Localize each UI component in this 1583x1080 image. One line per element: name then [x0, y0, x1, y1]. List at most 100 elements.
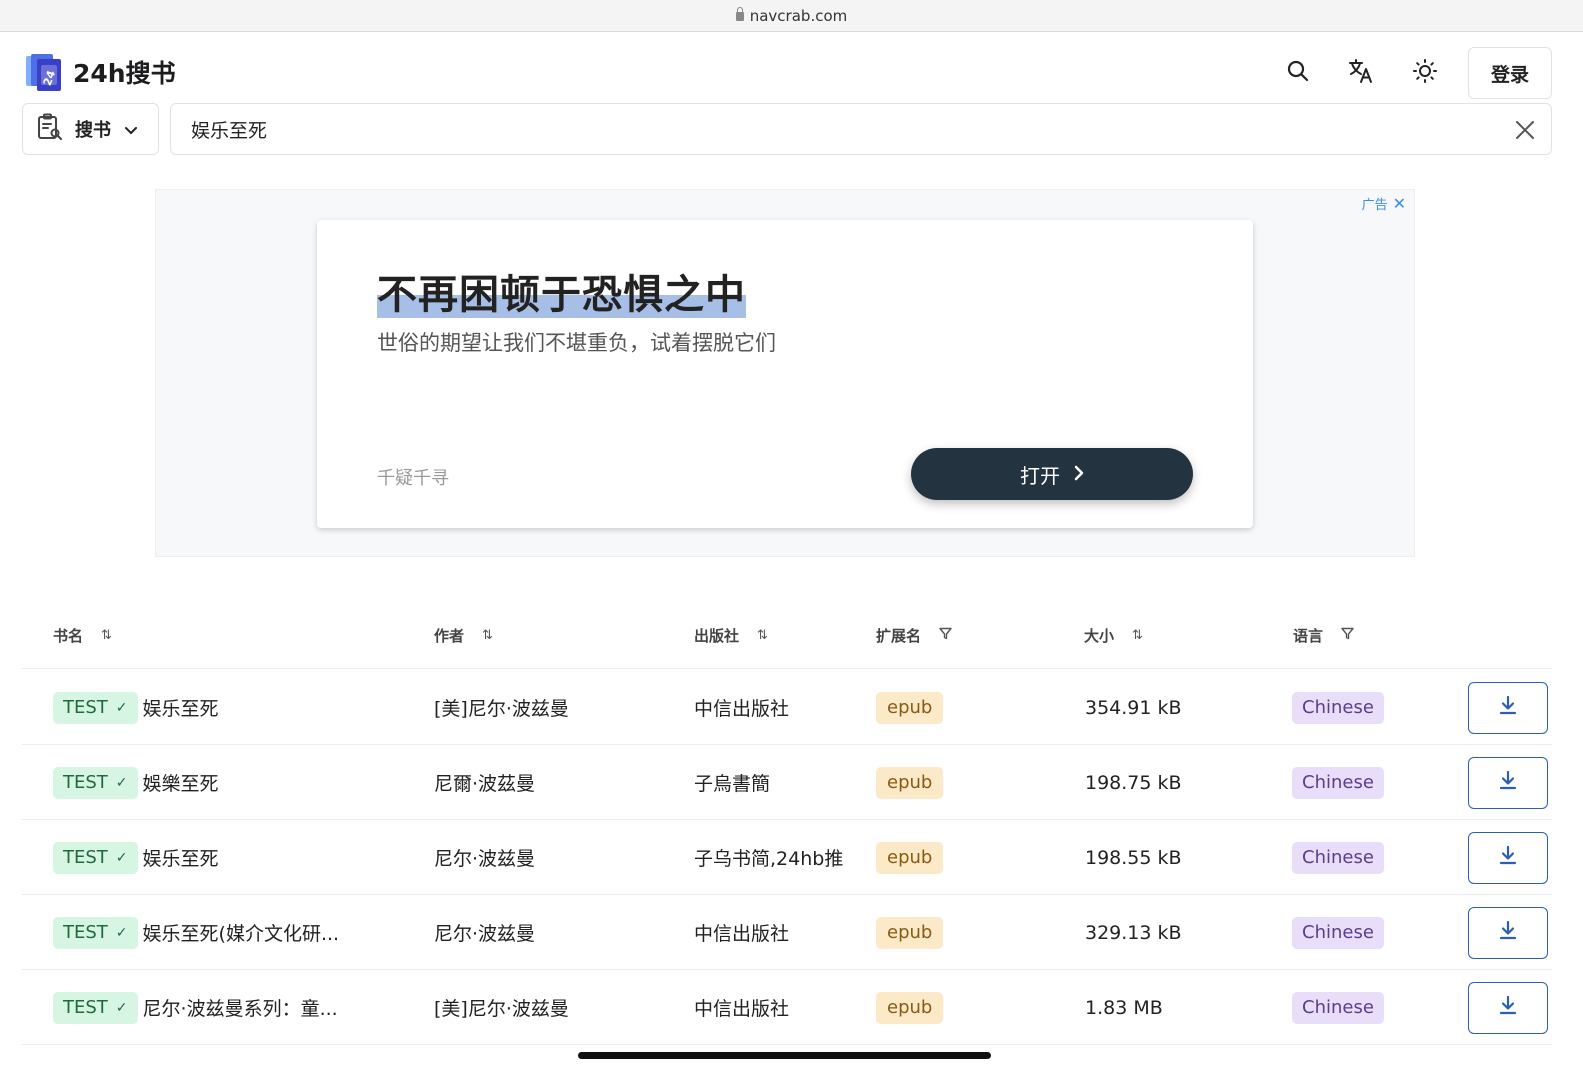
test-tag[interactable]: TEST ✓ [53, 991, 138, 1024]
extension-cell: epub [876, 670, 944, 745]
test-tag[interactable]: TEST ✓ [53, 766, 138, 799]
size-cell: 354.91 kB [1085, 696, 1182, 719]
author-cell: [美]尼尔·波兹曼 [434, 998, 569, 1020]
translate-icon[interactable] [1344, 54, 1378, 88]
sort-icon[interactable]: ⇅ [482, 628, 493, 643]
site-header: 24 24h搜书 登录 [0, 32, 1583, 102]
test-tag[interactable]: TEST ✓ [53, 916, 138, 949]
chevron-down-icon: ✓ [115, 699, 128, 716]
chevron-down-icon: ✓ [115, 774, 128, 791]
search-input[interactable] [191, 118, 1471, 140]
column-title-label: 书名 [53, 627, 84, 645]
extension-cell: epub [876, 895, 944, 970]
column-header-title[interactable]: 书名 ⇅ [53, 625, 112, 646]
column-header-publisher[interactable]: 出版社 ⇅ [694, 625, 768, 646]
author-cell: [美]尼尔·波兹曼 [434, 698, 569, 720]
tag-label: TEST [63, 997, 108, 1018]
language-badge: Chinese [1292, 841, 1384, 874]
column-header-size[interactable]: 大小 ⇅ [1084, 625, 1143, 646]
search-scope-label: 搜书 [75, 120, 111, 141]
download-button[interactable] [1468, 681, 1548, 734]
chevron-right-icon [1074, 462, 1084, 486]
theme-sun-icon[interactable] [1408, 54, 1442, 88]
sort-icon[interactable]: ⇅ [101, 628, 112, 643]
title-cell: TEST ✓ 娛樂至死 [53, 745, 219, 820]
search-icon[interactable] [1281, 54, 1315, 88]
download-icon [1499, 845, 1517, 870]
table-row: TEST ✓ 尼尔·波兹曼系列：童... [美]尼尔·波兹曼 中信出版社 epub… [22, 970, 1552, 1045]
download-button[interactable] [1468, 906, 1548, 959]
size-cell: 198.75 kB [1085, 771, 1182, 794]
sort-icon[interactable]: ⇅ [757, 628, 768, 643]
language-cell: Chinese [1292, 970, 1384, 1045]
extension-badge: epub [876, 766, 944, 799]
ad-label-text: 广告 [1361, 198, 1388, 213]
tag-label: TEST [63, 697, 108, 718]
book-title[interactable]: 娱乐至死 [143, 844, 219, 871]
ad-label[interactable]: 广告 ✕ [1362, 194, 1406, 213]
ad-source: 千疑千寻 [377, 468, 449, 489]
extension-cell: epub [876, 970, 944, 1045]
book-title[interactable]: 娛樂至死 [143, 769, 219, 796]
download-icon [1499, 995, 1517, 1020]
chevron-down-icon: ✓ [115, 849, 128, 866]
ad-title: 不再困顿于恐惧之中 [377, 262, 746, 320]
language-cell: Chinese [1292, 745, 1384, 820]
table-row: TEST ✓ 娱乐至死(媒介文化研... 尼尔·波兹曼 中信出版社 epub 32… [22, 895, 1552, 970]
login-button[interactable]: 登录 [1468, 47, 1552, 99]
column-author-label: 作者 [434, 627, 465, 645]
language-cell: Chinese [1292, 670, 1384, 745]
language-badge: Chinese [1292, 766, 1384, 799]
download-cell [1468, 895, 1548, 970]
chevron-down-icon [125, 120, 137, 139]
home-indicator [578, 1052, 991, 1059]
ad-title-text: 不再困顿于恐惧之中 [377, 272, 746, 318]
table-header: 书名 ⇅ 作者 ⇅ 出版社 ⇅ 扩展名 大小 ⇅ 语言 [22, 615, 1552, 669]
download-icon [1499, 770, 1517, 795]
test-tag[interactable]: TEST ✓ [53, 691, 138, 724]
ad-subtitle: 世俗的期望让我们不堪重负，试着摆脱它们 [377, 331, 776, 355]
table-row: TEST ✓ 娱乐至死 尼尔·波兹曼 子乌书简,24hb推 epub 198.55… [22, 820, 1552, 895]
publisher-cell: 子乌书简,24hb推 [694, 848, 844, 870]
table-row: TEST ✓ 娱乐至死 [美]尼尔·波兹曼 中信出版社 epub 354.91 k… [22, 670, 1552, 745]
language-badge: Chinese [1292, 991, 1384, 1024]
ad-banner: 广告 ✕ 不再困顿于恐惧之中 世俗的期望让我们不堪重负，试着摆脱它们 千疑千寻 … [155, 189, 1415, 557]
sort-icon[interactable]: ⇅ [1132, 628, 1143, 643]
column-extension-label: 扩展名 [876, 627, 922, 645]
filter-icon[interactable] [1341, 627, 1354, 644]
download-button[interactable] [1468, 831, 1548, 884]
tag-label: TEST [63, 922, 108, 943]
size-cell: 198.55 kB [1085, 846, 1182, 869]
publisher-cell: 中信出版社 [694, 698, 790, 720]
book-title[interactable]: 尼尔·波兹曼系列：童... [143, 994, 338, 1021]
size-cell: 1.83 MB [1085, 996, 1163, 1019]
book-title[interactable]: 娱乐至死 [143, 694, 219, 721]
size-cell: 329.13 kB [1085, 921, 1182, 944]
column-header-extension[interactable]: 扩展名 [876, 625, 952, 646]
extension-cell: epub [876, 820, 944, 895]
language-badge: Chinese [1292, 916, 1384, 949]
column-header-author[interactable]: 作者 ⇅ [434, 625, 493, 646]
extension-cell: epub [876, 745, 944, 820]
filter-icon[interactable] [939, 627, 952, 644]
clear-search-icon[interactable] [1513, 118, 1537, 142]
download-button[interactable] [1468, 981, 1548, 1034]
chevron-down-icon: ✓ [115, 999, 128, 1016]
extension-badge: epub [876, 916, 944, 949]
address-bar[interactable]: navcrab.com [0, 0, 1583, 32]
ad-open-label: 打开 [1020, 463, 1060, 488]
site-logo[interactable]: 24 24h搜书 [24, 50, 176, 94]
download-cell [1468, 670, 1548, 745]
ad-close-icon[interactable]: ✕ [1393, 194, 1406, 213]
test-tag[interactable]: TEST ✓ [53, 841, 138, 874]
column-header-language[interactable]: 语言 [1293, 625, 1354, 646]
search-scope-select[interactable]: 搜书 [22, 103, 159, 155]
ad-open-button[interactable]: 打开 [911, 448, 1193, 500]
book-title[interactable]: 娱乐至死(媒介文化研... [143, 919, 340, 946]
download-cell [1468, 820, 1548, 895]
publisher-cell: 子烏書簡 [694, 773, 771, 795]
ad-card[interactable]: 不再困顿于恐惧之中 世俗的期望让我们不堪重负，试着摆脱它们 千疑千寻 打开 [317, 220, 1253, 528]
chevron-down-icon: ✓ [115, 924, 128, 941]
title-cell: TEST ✓ 尼尔·波兹曼系列：童... [53, 970, 338, 1045]
download-button[interactable] [1468, 756, 1548, 809]
